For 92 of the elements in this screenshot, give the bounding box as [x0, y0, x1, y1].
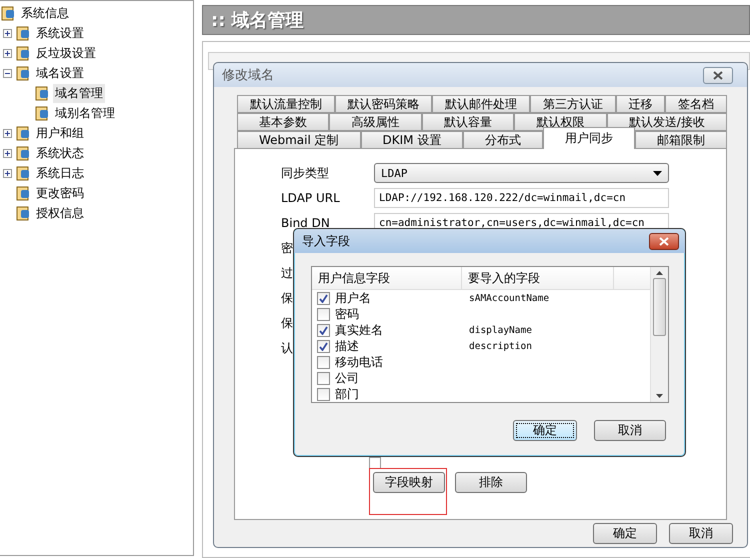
- column-header[interactable]: 要导入的字段: [462, 267, 614, 289]
- select-value: LDAP: [381, 166, 408, 180]
- tab[interactable]: 第三方认证: [530, 95, 616, 113]
- document-icon: [15, 185, 31, 201]
- scroll-down-icon: [656, 394, 663, 398]
- tree-item[interactable]: 域名管理: [53, 84, 105, 102]
- check-icon: [319, 294, 328, 302]
- list-cell-text: 描述: [335, 338, 360, 354]
- tab[interactable]: 默认发送/接收: [606, 113, 727, 131]
- tab[interactable]: 迁移: [616, 95, 666, 113]
- list-cell: description: [469, 340, 532, 352]
- tree-item[interactable]: 系统设置: [34, 24, 86, 42]
- checkbox[interactable]: [317, 308, 330, 320]
- tree-item[interactable]: 授权信息: [34, 204, 86, 222]
- document-icon: [15, 45, 31, 61]
- document-icon: [15, 165, 31, 181]
- document-icon: [15, 125, 31, 141]
- tree-item[interactable]: 用户和组: [34, 124, 86, 142]
- document-icon: [34, 85, 50, 101]
- document-icon: [15, 205, 31, 221]
- checkbox[interactable]: [317, 292, 330, 304]
- tab[interactable]: DKIM 设置: [360, 131, 464, 149]
- field-label: 过: [281, 264, 293, 282]
- list-cell-text: 公司: [335, 370, 360, 386]
- tab[interactable]: 默认邮件处理: [432, 95, 530, 113]
- tab[interactable]: 默认容量: [422, 113, 514, 131]
- document-icon: [15, 145, 31, 161]
- list-cell-text: 移动电话: [335, 354, 384, 370]
- button[interactable]: 取消: [669, 523, 733, 544]
- tab[interactable]: 高级属性: [329, 113, 422, 131]
- checkbox[interactable]: [317, 324, 330, 336]
- checkbox[interactable]: [369, 457, 381, 469]
- checkbox[interactable]: [317, 340, 330, 352]
- tab[interactable]: 默认流量控制: [237, 95, 335, 113]
- scrollbar[interactable]: [650, 267, 668, 402]
- tree-item[interactable]: 反垃圾设置: [34, 44, 98, 62]
- tab[interactable]: 用户同步: [543, 127, 636, 149]
- list-cell: displayName: [469, 324, 532, 336]
- tab[interactable]: 基本参数: [237, 113, 330, 131]
- close-icon: [659, 236, 669, 246]
- tab[interactable]: 分布式: [463, 131, 544, 149]
- tab[interactable]: 签名档: [665, 95, 728, 113]
- tree-item[interactable]: 域名设置: [34, 64, 86, 82]
- field-label: Bind DN: [281, 216, 331, 230]
- page-title: :: 域名管理: [202, 5, 750, 35]
- dropdown-arrow-icon: [653, 170, 662, 176]
- column-header[interactable]: 用户信息字段: [312, 267, 462, 289]
- button[interactable]: 排除: [455, 472, 527, 493]
- dialog-title: 修改域名: [222, 67, 274, 84]
- list-cell-text: 用户名: [335, 290, 372, 306]
- tree-item[interactable]: 系统信息: [19, 4, 71, 22]
- expand-icon[interactable]: [3, 148, 12, 158]
- document-icon: [34, 105, 50, 121]
- document-icon: [15, 65, 31, 81]
- close-button[interactable]: [703, 66, 733, 84]
- tree-item[interactable]: 系统状态: [34, 144, 86, 162]
- field-label: LDAP URL: [281, 191, 341, 205]
- list-cell-text: 真实姓名: [335, 322, 384, 338]
- collapse-icon[interactable]: [3, 68, 12, 78]
- expand-icon[interactable]: [3, 28, 12, 38]
- tree-item[interactable]: 域别名管理: [53, 104, 117, 122]
- list-cell-text: 部门: [335, 386, 360, 402]
- document-icon: [0, 5, 16, 21]
- close-button[interactable]: [649, 232, 679, 250]
- list-cell-text: 密码: [335, 306, 360, 322]
- expand-icon[interactable]: [3, 168, 12, 178]
- checkbox[interactable]: [317, 372, 330, 384]
- select-field[interactable]: LDAP: [374, 163, 669, 183]
- field-label: 密: [281, 240, 293, 256]
- expand-icon[interactable]: [3, 48, 12, 58]
- button[interactable]: 取消: [594, 420, 666, 441]
- field-label: 认: [281, 340, 293, 356]
- checkbox[interactable]: [317, 356, 330, 368]
- button[interactable]: 确定: [593, 523, 657, 544]
- close-icon: [713, 70, 723, 80]
- scroll-up-icon: [656, 271, 663, 275]
- button[interactable]: 字段映射: [373, 472, 445, 493]
- document-icon: [15, 25, 31, 41]
- field-label: 同步类型: [281, 164, 330, 182]
- tab[interactable]: 邮箱限制: [635, 131, 727, 149]
- tree-item[interactable]: 更改密码: [34, 184, 86, 202]
- list-cell: sAMAccountName: [469, 292, 550, 304]
- text-field[interactable]: LDAP://192.168.120.222/dc=winmail,dc=cn: [374, 188, 669, 208]
- field-label: 保: [281, 290, 293, 306]
- dialog-title: 导入字段: [302, 232, 350, 250]
- tab[interactable]: Webmail 定制: [237, 131, 361, 149]
- checkbox[interactable]: [317, 388, 330, 400]
- tab[interactable]: 默认密码策略: [334, 95, 432, 113]
- field-label: 保: [281, 314, 293, 332]
- button[interactable]: 确定: [513, 420, 577, 441]
- tree-item[interactable]: 系统日志: [34, 164, 86, 182]
- expand-icon[interactable]: [3, 128, 12, 138]
